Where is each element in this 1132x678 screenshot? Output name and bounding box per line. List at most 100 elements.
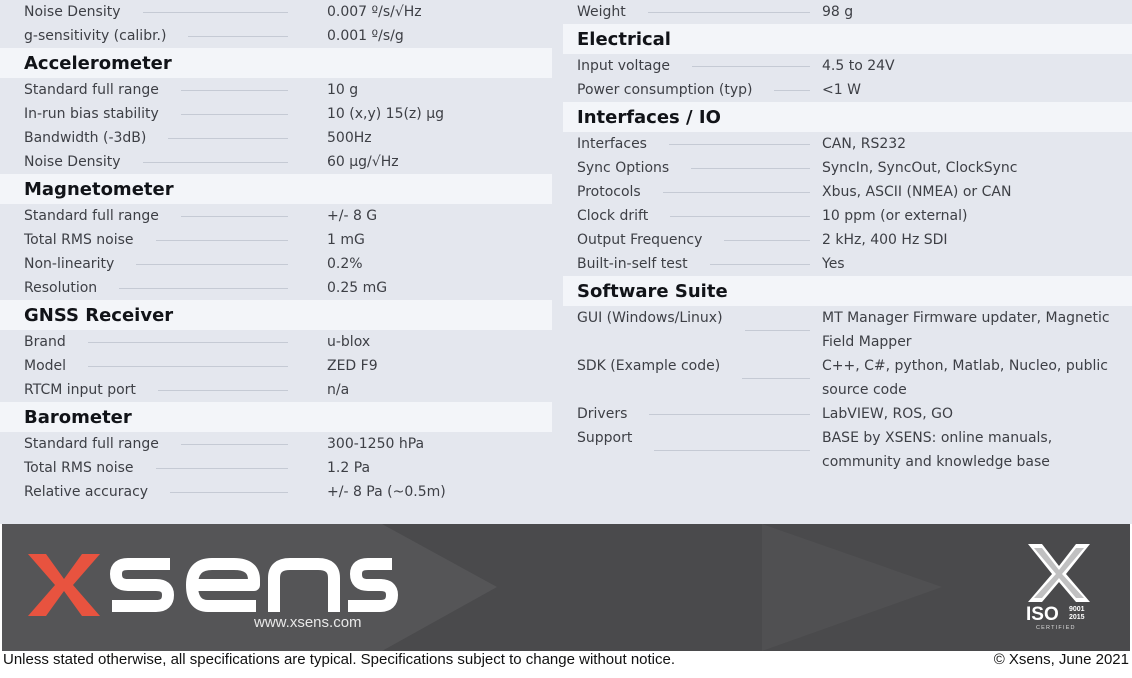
banner-chevron: [382, 524, 497, 651]
spec-label: GUI (Windows/Linux): [577, 310, 723, 326]
banner-chevron-right: [762, 524, 942, 651]
logo-sens-letters: [110, 558, 398, 612]
leader-line: [87, 341, 288, 343]
spec-label: Power consumption (typ): [577, 82, 753, 98]
spec-value: MT Manager Firmware updater, Magnetic Fi…: [822, 310, 1110, 350]
leader-line: [647, 11, 810, 13]
spec-row: Bandwidth (-3dB) 500Hz: [0, 126, 552, 150]
spec-label: g-sensitivity (calibr.): [24, 28, 167, 44]
spec-label: Built-in-self test: [577, 256, 688, 272]
spec-row: Output Frequency 2 kHz, 400 Hz SDI: [563, 228, 1132, 252]
spec-value: 10 g: [327, 82, 359, 98]
spec-label: Noise Density: [24, 154, 121, 170]
section-heading-gnss-receiver: GNSS Receiver: [0, 300, 552, 330]
spec-row: In-run bias stability 10 (x,y) 15(z) µg: [0, 102, 552, 126]
spec-row: Power consumption (typ) <1 W: [563, 78, 1132, 102]
leader-line: [180, 215, 288, 217]
spec-value: 0.007 º/s/√Hz: [327, 4, 422, 20]
spec-value: 1 mG: [327, 232, 365, 248]
spec-table: Noise Density 0.007 º/s/√Hz g-sensitivity …: [0, 0, 1132, 524]
left-spec-column: Noise Density 0.007 º/s/√Hz g-sensitivity …: [0, 0, 552, 504]
spec-row: Non-linearity 0.2%: [0, 252, 552, 276]
spec-value: SyncIn, SyncOut, ClockSync: [822, 160, 1018, 176]
spec-value: 4.5 to 24V: [822, 58, 895, 74]
leader-line: [136, 263, 288, 265]
leader-line: [155, 467, 288, 469]
section-heading-barometer: Barometer: [0, 402, 552, 432]
section-heading-interfaces-io: Interfaces / IO: [563, 102, 1132, 132]
spec-row: g-sensitivity (calibr.) 0.001 º/s/g: [0, 24, 552, 48]
section-heading-magnetometer: Magnetometer: [0, 174, 552, 204]
spec-value: 98 g: [822, 4, 854, 20]
section-heading-software-suite: Software Suite: [563, 276, 1132, 306]
spec-label: In-run bias stability: [24, 106, 159, 122]
spec-row: Model ZED F9: [0, 354, 552, 378]
spec-label: Protocols: [577, 184, 641, 200]
iso-label: ISO: [1026, 604, 1059, 625]
spec-row: Drivers LabVIEW, ROS, GO: [563, 402, 1132, 426]
spec-value: u-blox: [327, 334, 371, 350]
spec-label: Interfaces: [577, 136, 647, 152]
leader-line: [88, 365, 288, 367]
section-heading-electrical: Electrical: [563, 24, 1132, 54]
spec-value: 0.2%: [327, 256, 363, 272]
spec-value: <1 W: [822, 82, 861, 98]
spec-row: Standard full range 10 g: [0, 78, 552, 102]
xsens-logo: [28, 554, 398, 616]
leader-line: [723, 306, 822, 354]
spec-row: GUI (Windows/Linux) MT Manager Firmware u…: [563, 306, 1132, 354]
spec-value: LabVIEW, ROS, GO: [822, 406, 953, 422]
spec-value: 500Hz: [327, 130, 372, 146]
spec-label: RTCM input port: [24, 382, 136, 398]
leader-line: [774, 89, 810, 91]
spec-row: Weight 98 g: [563, 0, 1132, 24]
spec-row: Protocols Xbus, ASCII (NMEA) or CAN: [563, 180, 1132, 204]
spec-label: Resolution: [24, 280, 98, 296]
spec-row: Standard full range +/- 8 G: [0, 204, 552, 228]
leader-line: [180, 443, 288, 445]
spec-value: 1.2 Pa: [327, 460, 371, 476]
leader-line: [649, 413, 810, 415]
spec-row: Total RMS noise 1 mG: [0, 228, 552, 252]
spec-row: Sync Options SyncIn, SyncOut, ClockSync: [563, 156, 1132, 180]
copyright-text: © Xsens, June 2021: [993, 651, 1129, 668]
leader-line: [720, 354, 822, 402]
spec-label: Standard full range: [24, 208, 159, 224]
website-url[interactable]: www.xsens.com: [254, 614, 362, 631]
leader-line: [180, 113, 288, 115]
leader-line: [668, 143, 810, 145]
leader-line: [142, 11, 288, 13]
spec-value: +/- 8 Pa (~0.5m): [327, 484, 446, 500]
leader-line: [180, 89, 288, 91]
spec-label: Noise Density: [24, 4, 121, 20]
spec-value: +/- 8 G: [327, 208, 378, 224]
spec-row: Support BASE by XSENS: online manuals, co…: [563, 426, 1132, 474]
spec-row: Total RMS noise 1.2 Pa: [0, 456, 552, 480]
spec-row: Resolution 0.25 mG: [0, 276, 552, 300]
spec-label: Support: [577, 430, 633, 446]
spec-value: 60 µg/√Hz: [327, 154, 399, 170]
leader-line: [155, 239, 288, 241]
spec-row: Built-in-self test Yes: [563, 252, 1132, 276]
spec-label: Brand: [24, 334, 66, 350]
spec-label: Drivers: [577, 406, 628, 422]
spec-value: Xbus, ASCII (NMEA) or CAN: [822, 184, 1012, 200]
spec-value: 0.001 º/s/g: [327, 28, 404, 44]
spec-label: Non-linearity: [24, 256, 115, 272]
leader-line: [724, 239, 810, 241]
logo-x-mark: [28, 554, 100, 616]
spec-label: SDK (Example code): [577, 358, 721, 374]
spec-row: Input voltage 4.5 to 24V: [563, 54, 1132, 78]
leader-line: [632, 426, 822, 474]
spec-row: Noise Density 0.007 º/s/√Hz: [0, 0, 552, 24]
spec-value: 10 (x,y) 15(z) µg: [327, 106, 444, 122]
spec-value: 0.25 mG: [327, 280, 388, 296]
spec-label: Weight: [577, 4, 626, 20]
spec-value: Yes: [822, 256, 845, 272]
footer-banner: www.xsens.com ISO 9001 2015 CERTIFIED: [2, 524, 1130, 651]
spec-value: CAN, RS232: [822, 136, 907, 152]
spec-label: Standard full range: [24, 436, 159, 452]
iso-standard: 9001 2015: [1069, 606, 1085, 621]
leader-line: [170, 491, 288, 493]
spec-value: ZED F9: [327, 358, 378, 374]
